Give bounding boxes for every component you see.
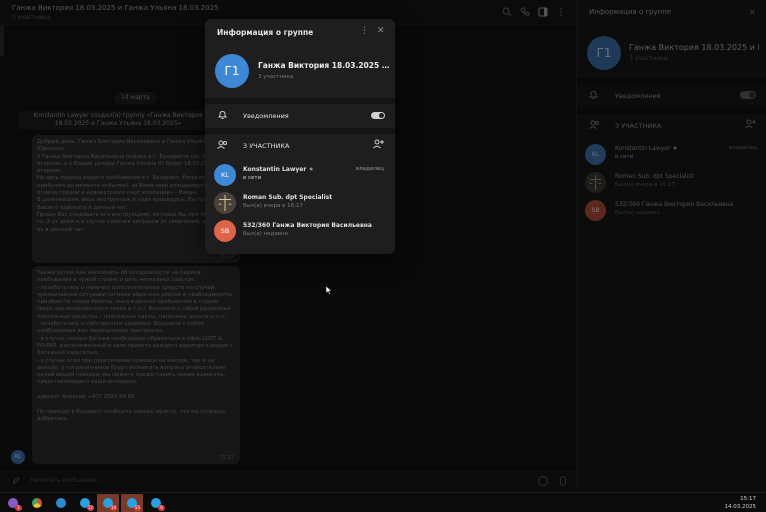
system-clock[interactable]: 15:17 14.03.2025 [725,495,757,511]
justice-statue-icon [214,192,236,214]
member-name: Konstantin Lawyer ★ [243,166,314,173]
group-name: Ганжа Виктория 18.03.2025 и Г... [258,61,390,70]
mouse-cursor-icon [326,286,332,295]
notification-badge: 12 [86,505,94,511]
taskbar-edge[interactable] [50,494,72,512]
notifications-label: Уведомления [243,112,289,120]
notification-badge: 1 [15,505,22,511]
member-avatar [214,192,236,214]
taskbar-telegram[interactable]: 14 [97,494,119,512]
member-row[interactable]: KL Konstantin Lawyer ★ в сети владелец [214,163,390,189]
notification-badge: 6 [158,505,165,511]
divider [205,128,395,134]
member-avatar: SB [214,220,236,242]
member-row[interactable]: SB 532/360 Ганжа Виктория Васильевна был… [214,219,390,245]
add-member-icon[interactable] [373,139,384,149]
notification-badge: 14 [109,505,117,511]
telegram-window: Ганжа Виктория 18.03.2025 и Ганжа Ульяна… [0,0,766,492]
group-member-count: 3 участника [258,74,294,80]
taskbar: 1 12 14 55 6 15:17 14.03.2025 [0,492,766,512]
more-icon[interactable]: ⋮ [360,26,369,36]
taskbar-telegram[interactable]: 6 [145,494,167,512]
chrome-icon [32,498,42,508]
member-row[interactable]: Roman Sub. dpt Specialist был(а) вчера в… [214,191,390,217]
clock-date: 14.03.2025 [724,504,757,510]
member-role: владелец [356,166,384,172]
taskbar-telegram[interactable]: 12 [74,494,96,512]
taskbar-telegram[interactable]: 55 [121,494,143,512]
members-header: 3 УЧАСТНИКА [243,142,290,150]
group-avatar[interactable]: Г1 [215,54,249,88]
notifications-toggle[interactable] [371,112,385,119]
member-status: в сети [243,175,262,181]
taskbar-chrome[interactable] [26,494,48,512]
group-info-dialog: Информация о группе ⋮ ✕ Г1 Ганжа Виктори… [205,19,395,254]
taskbar-store[interactable]: 1 [2,494,24,512]
star-icon: ★ [308,166,314,173]
bell-icon [218,110,227,119]
member-name: Roman Sub. dpt Specialist [243,194,333,201]
member-status: был(а) недавно [243,231,289,237]
divider [205,98,395,104]
member-avatar: KL [214,164,236,186]
member-status: был(а) вчера в 16:17 [243,203,303,209]
dialog-title: Информация о группе [217,28,314,37]
edge-icon [56,498,66,508]
member-name: 532/360 Ганжа Виктория Васильевна [243,222,372,229]
notification-badge: 55 [133,505,141,511]
clock-time: 15:17 [740,496,756,502]
members-icon [217,140,227,149]
close-icon[interactable]: ✕ [377,26,385,36]
